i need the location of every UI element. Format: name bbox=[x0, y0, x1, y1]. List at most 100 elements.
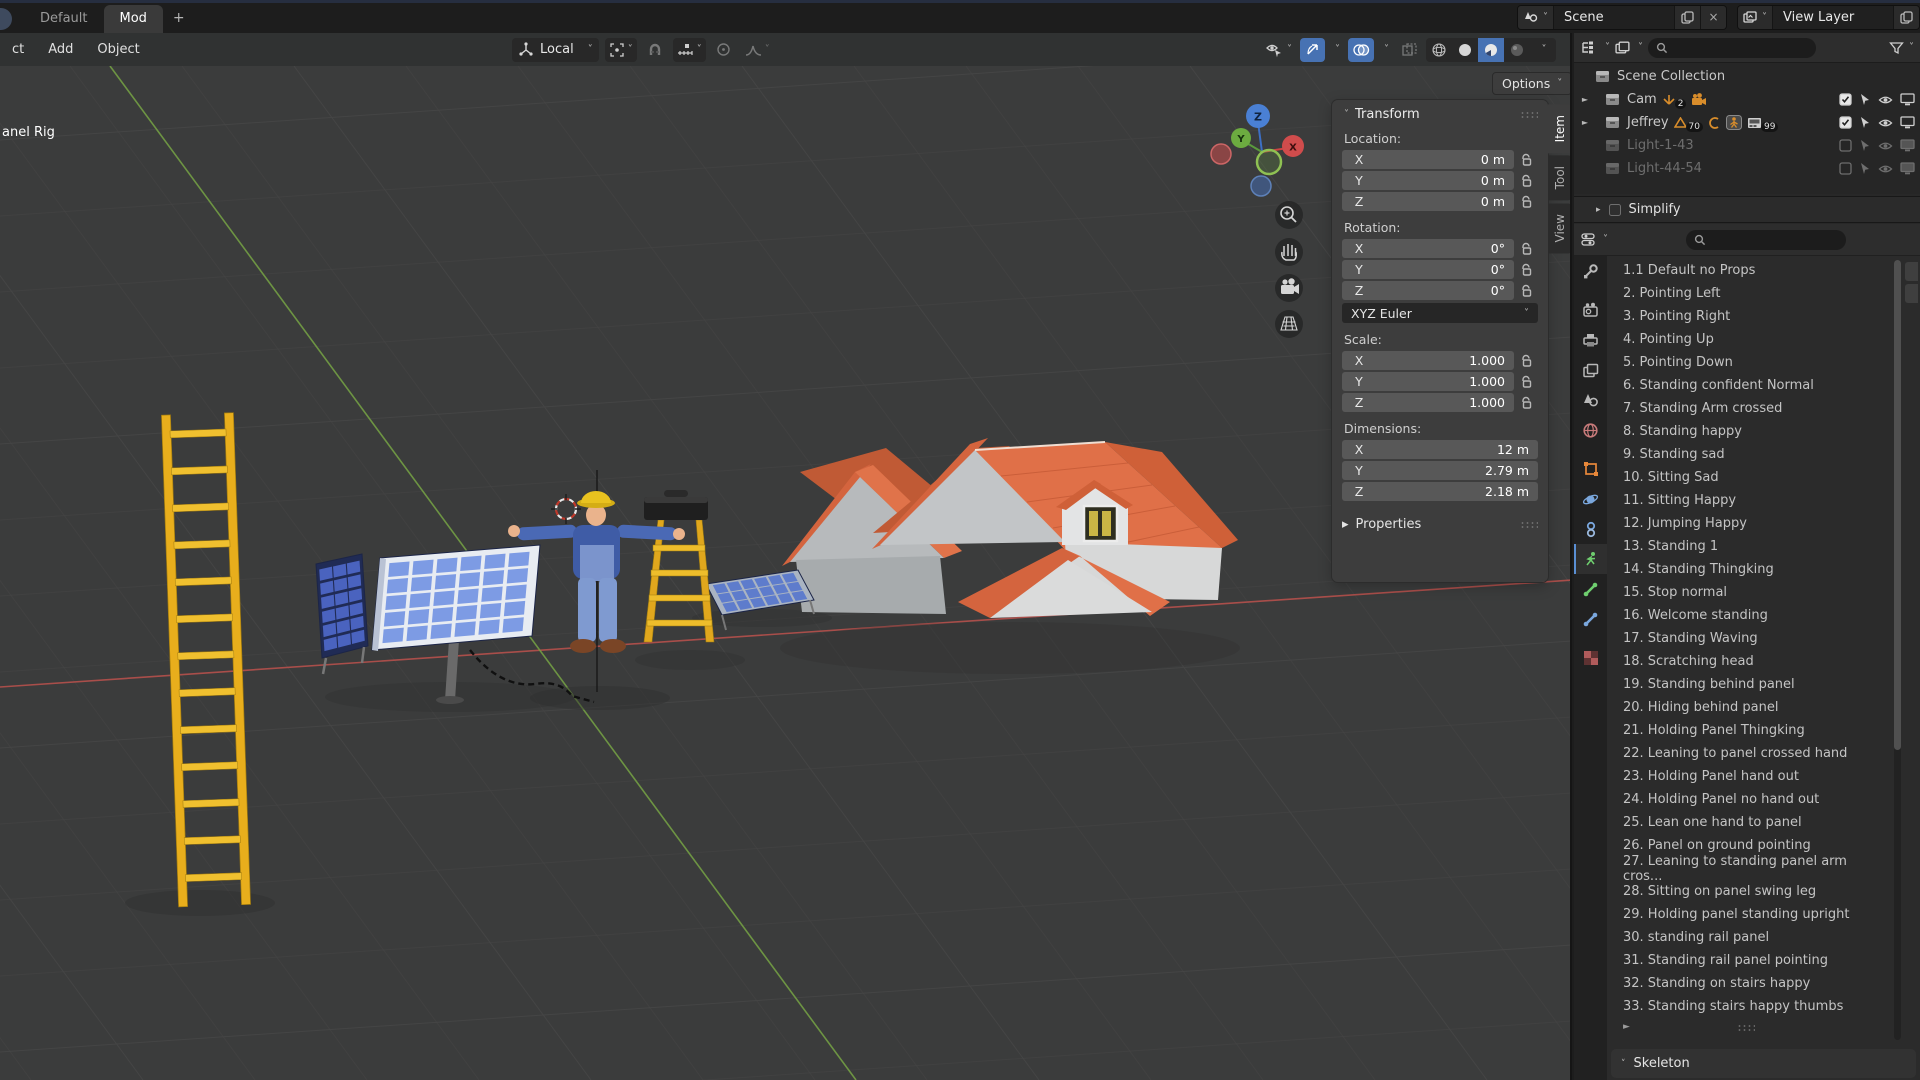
gizmos-dropdown[interactable]: ˅ bbox=[1329, 38, 1344, 62]
shading-dropdown[interactable]: ˅ bbox=[1530, 38, 1556, 62]
small-solar-panel-object[interactable] bbox=[315, 553, 369, 675]
pose-list-item[interactable]: 29. Holding panel standing upright bbox=[1613, 903, 1888, 926]
selectable-icon[interactable] bbox=[1859, 93, 1871, 106]
pose-list-item[interactable]: 1.1 Default no Props bbox=[1613, 259, 1888, 282]
new-scene-button[interactable] bbox=[1674, 5, 1700, 29]
transform-orientation-dropdown[interactable]: Local ˅ bbox=[512, 37, 599, 62]
pose-list-item[interactable]: 27. Leaning to standing panel arm cros..… bbox=[1613, 854, 1888, 884]
lock-button[interactable] bbox=[1520, 354, 1533, 368]
camera-view-button[interactable] bbox=[1275, 274, 1303, 302]
disable-viewport-icon[interactable] bbox=[1900, 116, 1915, 129]
pose-list-item[interactable]: 8. Standing happy bbox=[1613, 420, 1888, 443]
dimension-z-field[interactable]: Z 2.18 m bbox=[1342, 482, 1538, 501]
navigation-gizmo[interactable]: Z Y X bbox=[1205, 78, 1325, 198]
expand-toggle[interactable]: ► bbox=[1580, 95, 1590, 104]
proportional-falloff-dropdown[interactable]: ˅ bbox=[741, 38, 774, 62]
shading-material-button[interactable] bbox=[1478, 37, 1504, 62]
lock-button[interactable] bbox=[1520, 242, 1533, 256]
simplify-panel-header[interactable]: ▸ Simplify bbox=[1574, 196, 1920, 223]
properties-tab-constraints[interactable] bbox=[1574, 514, 1607, 544]
disable-viewport-icon[interactable] bbox=[1900, 162, 1915, 175]
rotation-mode-dropdown[interactable]: XYZ Euler ˅ bbox=[1342, 303, 1538, 323]
dimension-x-field[interactable]: X 12 m bbox=[1342, 440, 1538, 459]
exclude-checkbox[interactable] bbox=[1839, 162, 1852, 175]
pose-list-scrollbar[interactable] bbox=[1894, 260, 1901, 1040]
visibility-dropdown[interactable]: ˅ bbox=[1260, 38, 1296, 62]
pose-list-item[interactable]: 21. Holding Panel Thingking bbox=[1613, 719, 1888, 742]
properties-tab-scene[interactable] bbox=[1574, 385, 1607, 415]
xray-toggle[interactable] bbox=[1397, 38, 1422, 62]
expand-arrow-icon[interactable]: ► bbox=[1623, 1022, 1630, 1032]
location-y-field[interactable]: Y 0 m bbox=[1342, 171, 1514, 190]
pose-list-item[interactable]: 23. Holding Panel hand out bbox=[1613, 765, 1888, 788]
properties-tab-world[interactable] bbox=[1574, 415, 1607, 445]
display-mode-icon[interactable] bbox=[1615, 40, 1631, 55]
outliner-row-jeffrey[interactable]: ► Jeffrey 70 99 bbox=[1574, 111, 1920, 134]
pose-list-item[interactable]: 16. Welcome standing bbox=[1613, 604, 1888, 627]
disable-viewport-icon[interactable] bbox=[1900, 139, 1915, 152]
location-z-field[interactable]: Z 0 m bbox=[1342, 192, 1514, 211]
tab-view[interactable]: View bbox=[1548, 202, 1570, 254]
properties-subpanel-header[interactable]: ▸ Properties bbox=[1342, 517, 1538, 532]
zoom-button[interactable] bbox=[1275, 201, 1303, 229]
list-remove-button[interactable] bbox=[1905, 284, 1918, 303]
pose-list-item[interactable]: 9. Standing sad bbox=[1613, 443, 1888, 466]
gizmo-minus-z-axis[interactable] bbox=[1250, 175, 1272, 197]
pose-list-item[interactable]: 32. Standing on stairs happy bbox=[1613, 972, 1888, 995]
gizmos-toggle[interactable] bbox=[1300, 37, 1325, 62]
gizmo-minus-x-axis[interactable] bbox=[1210, 143, 1232, 165]
new-view-layer-button[interactable] bbox=[1893, 5, 1919, 29]
rotation-z-field[interactable]: Z 0° bbox=[1342, 281, 1514, 300]
properties-tab-output[interactable] bbox=[1574, 325, 1607, 355]
pose-list-item[interactable]: 14. Standing Thingking bbox=[1613, 558, 1888, 581]
exclude-checkbox[interactable] bbox=[1839, 116, 1852, 129]
pan-button[interactable] bbox=[1275, 238, 1303, 266]
menu-select[interactable]: ct bbox=[0, 42, 36, 57]
tab-item[interactable]: Item bbox=[1548, 104, 1570, 154]
pose-list-item[interactable]: 18. Scratching head bbox=[1613, 650, 1888, 673]
properties-tab-object[interactable] bbox=[1574, 454, 1607, 484]
orthographic-toggle-button[interactable] bbox=[1275, 310, 1303, 338]
rotation-x-field[interactable]: X 0° bbox=[1342, 239, 1514, 258]
pose-list-item[interactable]: 11. Sitting Happy bbox=[1613, 489, 1888, 512]
menu-add[interactable]: Add bbox=[36, 42, 85, 57]
panel-grip[interactable] bbox=[1520, 521, 1538, 528]
dimension-y-field[interactable]: Y 2.79 m bbox=[1342, 461, 1538, 480]
outliner-editor-icon[interactable] bbox=[1580, 40, 1598, 56]
pose-list-item[interactable]: 22. Leaning to panel crossed hand bbox=[1613, 742, 1888, 765]
pose-list-item[interactable]: 15. Stop normal bbox=[1613, 581, 1888, 604]
scale-y-field[interactable]: Y 1.000 bbox=[1342, 372, 1514, 391]
simplify-checkbox[interactable] bbox=[1608, 203, 1621, 216]
disable-viewport-icon[interactable] bbox=[1900, 93, 1915, 106]
properties-tab-render[interactable] bbox=[1574, 295, 1607, 325]
properties-tab-tool[interactable] bbox=[1574, 256, 1607, 286]
large-solar-panel-object[interactable] bbox=[371, 544, 541, 704]
location-x-field[interactable]: X 0 m bbox=[1342, 150, 1514, 169]
snap-settings-dropdown[interactable]: ˅ bbox=[672, 37, 706, 62]
workspace-tab-mod[interactable]: Mod bbox=[103, 5, 163, 33]
tab-tool[interactable]: Tool bbox=[1548, 155, 1570, 201]
outliner-row-light-1-43[interactable]: Light-1-43 bbox=[1574, 134, 1920, 157]
shading-solid-button[interactable] bbox=[1452, 38, 1478, 62]
pose-list-item[interactable]: 24. Holding Panel no hand out bbox=[1613, 788, 1888, 811]
view-layer-name-field[interactable]: View Layer bbox=[1773, 10, 1893, 25]
hide-eye-icon[interactable] bbox=[1878, 140, 1893, 152]
toolbox-object[interactable] bbox=[644, 490, 708, 520]
pivot-point-dropdown[interactable]: ˅ bbox=[604, 37, 637, 62]
pose-list-item[interactable]: 4. Pointing Up bbox=[1613, 328, 1888, 351]
properties-search-input[interactable] bbox=[1686, 229, 1846, 250]
view-layer-browse-button[interactable]: ˅ bbox=[1738, 5, 1773, 29]
hide-eye-icon[interactable] bbox=[1878, 163, 1893, 175]
properties-tab-object-data[interactable] bbox=[1574, 544, 1607, 574]
lock-button[interactable] bbox=[1520, 153, 1533, 167]
options-dropdown[interactable]: Options ˅ bbox=[1492, 72, 1570, 95]
pose-list-item[interactable]: 17. Standing Waving bbox=[1613, 627, 1888, 650]
pose-list-item[interactable]: 25. Lean one hand to panel bbox=[1613, 811, 1888, 834]
lock-button[interactable] bbox=[1520, 263, 1533, 277]
pose-list-item[interactable]: 12. Jumping Happy bbox=[1613, 512, 1888, 535]
properties-tab-physics[interactable] bbox=[1574, 484, 1607, 514]
proportional-editing-toggle[interactable] bbox=[712, 38, 735, 62]
outliner-row-cam[interactable]: ► Cam 2 bbox=[1574, 88, 1920, 111]
scene-name-field[interactable]: Scene bbox=[1554, 10, 1674, 25]
panel-grip[interactable] bbox=[1520, 111, 1538, 118]
